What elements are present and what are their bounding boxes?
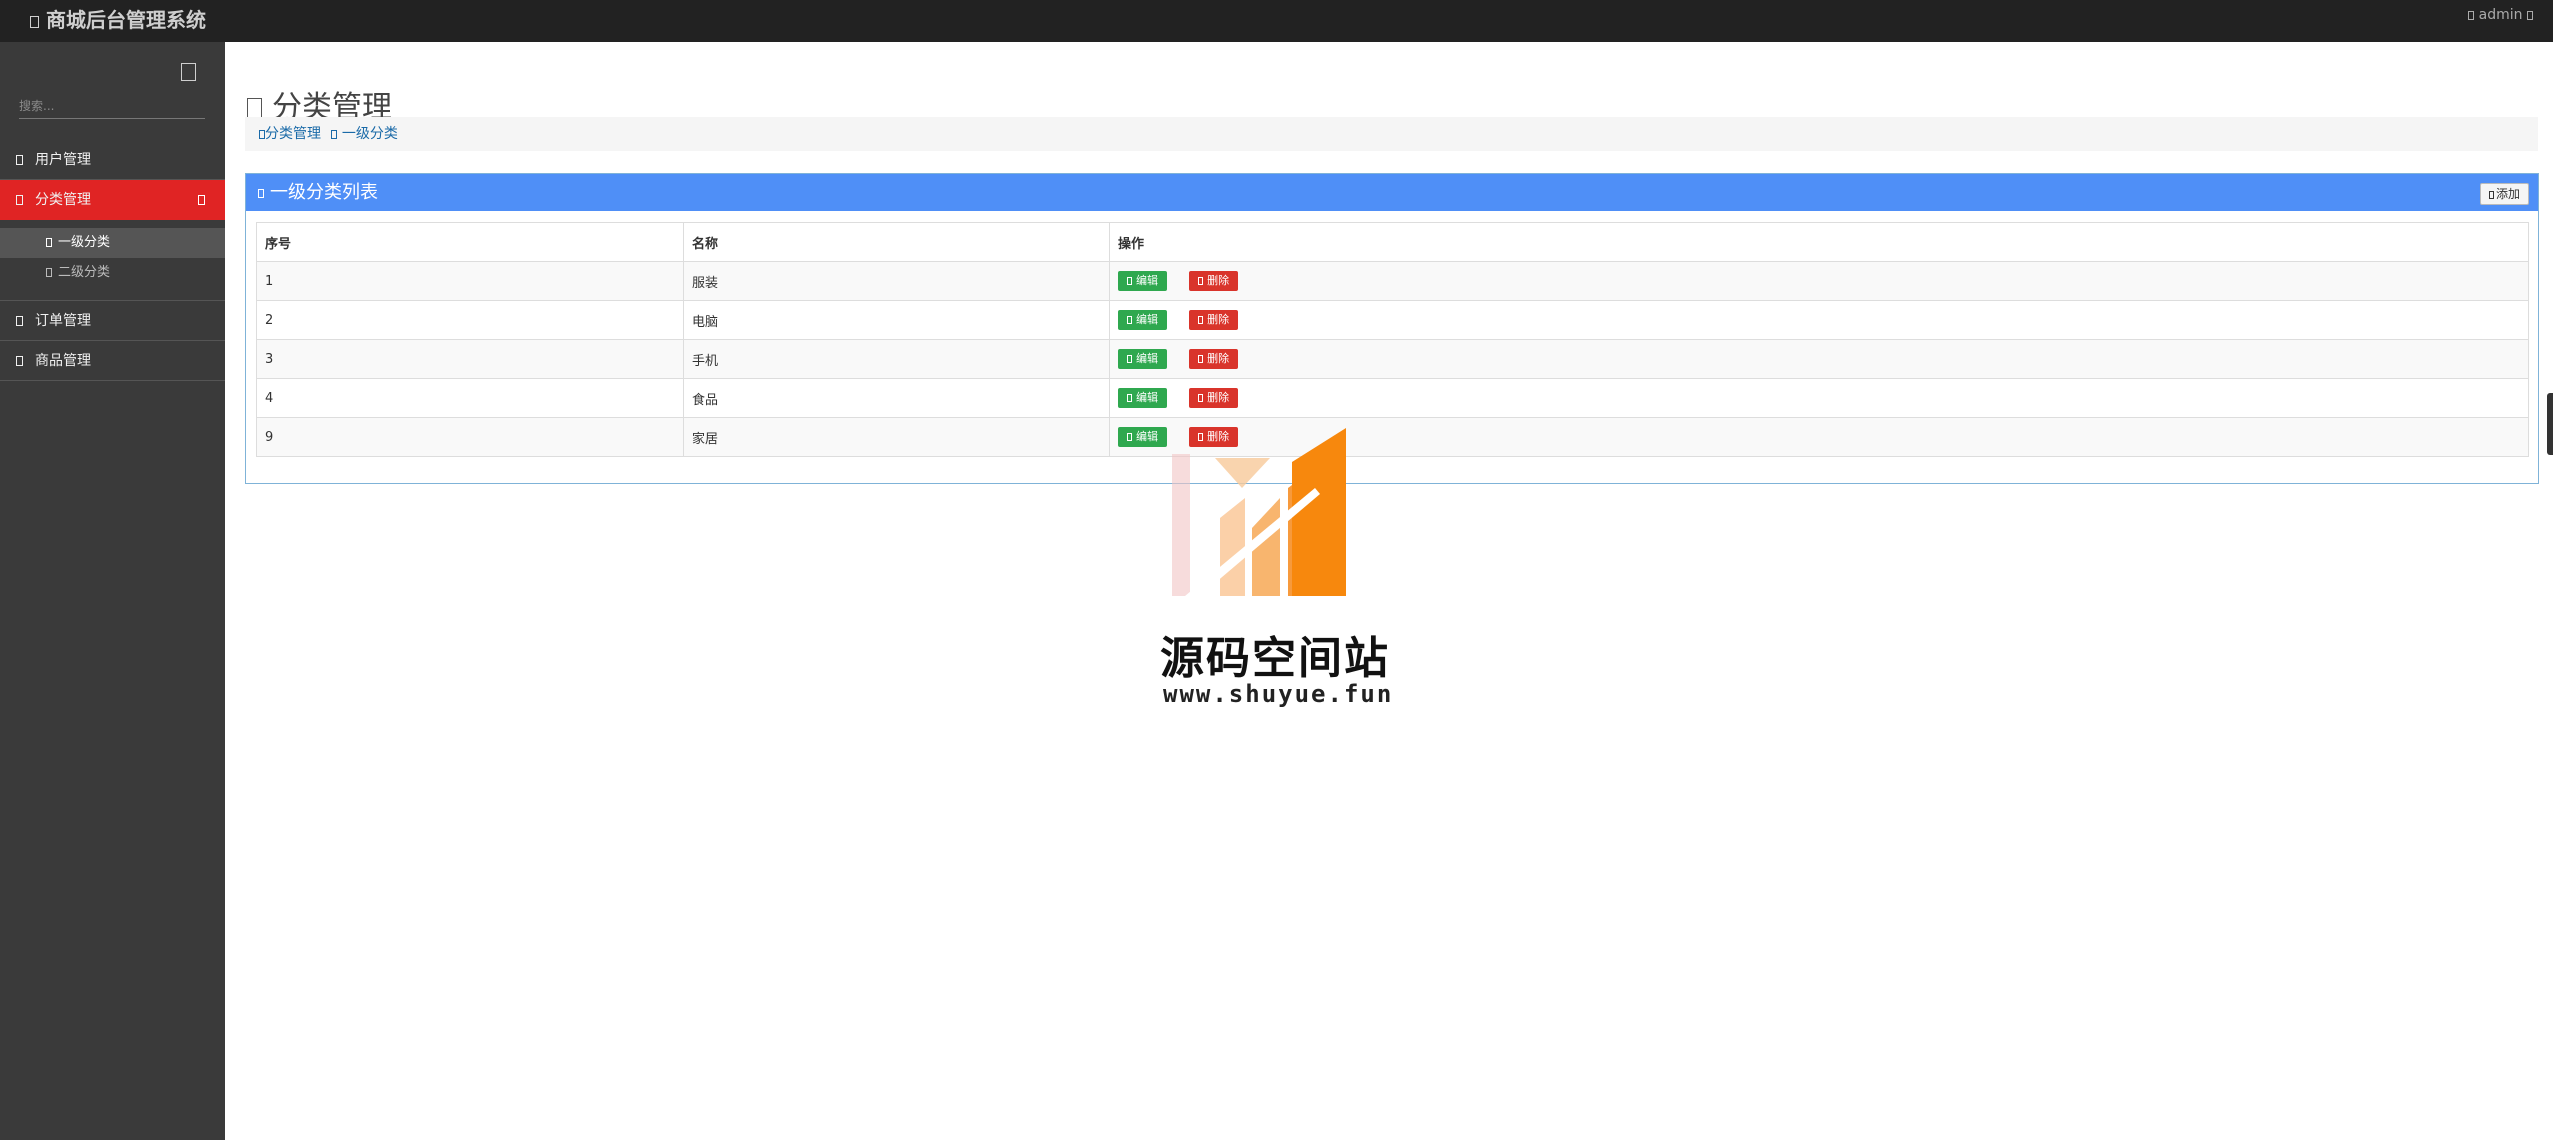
column-header-name: 名称 <box>683 222 1110 262</box>
cell-name: 食品 <box>683 378 1110 418</box>
home-icon <box>30 15 39 28</box>
category-table: 序号 名称 操作 1 服装 编辑 删除 2 电脑 编辑 删除 3 手机 编辑 删… <box>256 222 2529 457</box>
sidebar-item-categories[interactable]: 分类管理 <box>0 180 225 220</box>
cell-name: 手机 <box>683 339 1110 379</box>
cell-actions: 编辑 删除 <box>1109 300 2529 340</box>
cell-name: 家居 <box>683 417 1110 457</box>
scroll-handle[interactable] <box>2547 393 2553 455</box>
delete-button[interactable]: 删除 <box>1189 310 1239 330</box>
edit-button[interactable]: 编辑 <box>1118 271 1167 291</box>
circle-icon <box>331 129 338 139</box>
sidebar-subitem-level2[interactable]: 二级分类 <box>0 258 225 288</box>
delete-button[interactable]: 删除 <box>1189 271 1239 291</box>
sidebar-subitem-label: 二级分类 <box>58 265 111 280</box>
sidebar-item-products[interactable]: 商品管理 <box>0 341 225 381</box>
sidebar-subitem-label: 一级分类 <box>58 235 111 250</box>
sidebar: 用户管理 分类管理 一级分类 二级分类 订单管理 商品管理 <box>0 42 225 1140</box>
list-icon <box>258 188 264 198</box>
delete-button[interactable]: 删除 <box>1189 349 1239 369</box>
list-icon <box>16 195 23 205</box>
sidebar-submenu: 一级分类 二级分类 <box>0 220 225 301</box>
top-navbar: 商城后台管理系统 admin <box>0 0 2553 42</box>
trash-icon <box>1198 394 1204 402</box>
table-row: 3 手机 编辑 删除 <box>256 339 2529 379</box>
delete-button[interactable]: 删除 <box>1189 388 1239 408</box>
add-button[interactable]: 添加 <box>2479 183 2529 205</box>
sidebar-item-label: 商品管理 <box>35 353 91 369</box>
sidebar-item-label: 分类管理 <box>35 192 91 208</box>
edit-icon <box>1127 433 1132 441</box>
sidebar-search-input[interactable] <box>19 94 205 119</box>
cell-id: 9 <box>256 417 684 457</box>
edit-icon <box>1127 355 1132 363</box>
trash-icon <box>1198 355 1204 363</box>
sidebar-item-users[interactable]: 用户管理 <box>0 140 225 180</box>
watermark-title: 源码空间站 <box>1160 633 1390 684</box>
edit-button[interactable]: 编辑 <box>1118 310 1167 330</box>
sidebar-item-orders[interactable]: 订单管理 <box>0 301 225 341</box>
table-row: 1 服装 编辑 删除 <box>256 261 2529 301</box>
chevron-down-icon <box>2527 10 2533 20</box>
panel-header: 一级分类列表 添加 <box>246 174 2538 211</box>
circle-icon <box>46 268 52 277</box>
table-row: 2 电脑 编辑 删除 <box>256 300 2529 340</box>
edit-icon <box>1127 277 1132 285</box>
panel-title: 一级分类列表 <box>270 182 378 203</box>
user-menu[interactable]: admin <box>2468 0 2533 30</box>
sidebar-item-label: 订单管理 <box>35 313 91 329</box>
column-header-actions: 操作 <box>1109 222 2529 262</box>
cell-actions: 编辑 删除 <box>1109 378 2529 418</box>
breadcrumb-current: 一级分类 <box>341 126 398 142</box>
app-brand[interactable]: 商城后台管理系统 <box>30 0 206 42</box>
user-icon <box>2468 10 2475 20</box>
sidebar-nav: 用户管理 分类管理 一级分类 二级分类 订单管理 商品管理 <box>0 140 225 381</box>
category-panel: 一级分类列表 添加 序号 名称 操作 1 服装 编辑 删除 2 电脑 编辑 删除… <box>245 173 2539 484</box>
trash-icon <box>1198 277 1204 285</box>
box-icon <box>16 356 23 366</box>
trash-icon <box>1198 316 1204 324</box>
plus-icon <box>2488 190 2494 199</box>
sidebar-item-label: 用户管理 <box>35 152 91 168</box>
cell-id: 3 <box>256 339 684 379</box>
edit-button[interactable]: 编辑 <box>1118 427 1167 447</box>
cell-actions: 编辑 删除 <box>1109 261 2529 301</box>
clipboard-icon <box>16 316 23 326</box>
cell-id: 1 <box>256 261 684 301</box>
cell-actions: 编辑 删除 <box>1109 339 2529 379</box>
edit-button[interactable]: 编辑 <box>1118 388 1167 408</box>
watermark-url: www.shuyue.fun <box>1163 680 1394 708</box>
cell-id: 2 <box>256 300 684 340</box>
cell-id: 4 <box>256 378 684 418</box>
user-icon <box>16 155 23 165</box>
circle-icon <box>46 238 52 247</box>
column-header-id: 序号 <box>256 222 684 262</box>
sidebar-subitem-level1[interactable]: 一级分类 <box>0 228 225 258</box>
cell-name: 电脑 <box>683 300 1110 340</box>
breadcrumb: 分类管理 一级分类 <box>245 117 2538 151</box>
table-row: 4 食品 编辑 删除 <box>256 378 2529 418</box>
edit-icon <box>1127 394 1132 402</box>
edit-button[interactable]: 编辑 <box>1118 349 1167 369</box>
cell-name: 服装 <box>683 261 1110 301</box>
table-header-row: 序号 名称 操作 <box>256 222 2529 262</box>
app-title: 商城后台管理系统 <box>45 8 206 32</box>
sidebar-toggle-icon[interactable] <box>181 63 196 81</box>
breadcrumb-parent[interactable]: 分类管理 <box>265 126 321 142</box>
chevron-down-icon <box>198 195 205 205</box>
edit-icon <box>1127 316 1132 324</box>
user-name: admin <box>2478 7 2523 23</box>
table-row: 9 家居 编辑 删除 <box>256 417 2529 457</box>
